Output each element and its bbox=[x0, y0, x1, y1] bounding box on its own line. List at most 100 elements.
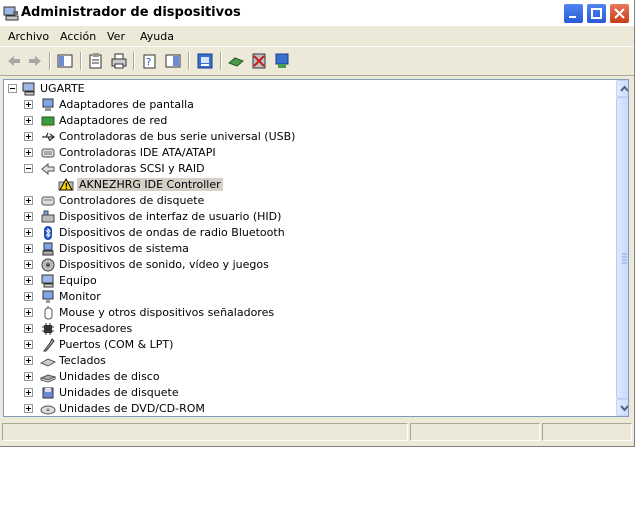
uninstall-device-icon[interactable] bbox=[273, 52, 291, 70]
tree-item[interactable]: Controladoras IDE ATA/ATAPI bbox=[4, 145, 604, 161]
close-button[interactable] bbox=[609, 3, 630, 24]
tree-item[interactable]: Dispositivos de ondas de radio Bluetooth bbox=[4, 225, 604, 241]
hid-icon bbox=[40, 209, 56, 225]
expand-plus-icon[interactable] bbox=[24, 356, 33, 365]
maximize-button[interactable] bbox=[586, 3, 607, 24]
tree-item[interactable]: Mouse y otros dispositivos señaladores bbox=[4, 305, 604, 321]
collapse-minus-icon[interactable] bbox=[24, 164, 33, 173]
svg-text:?: ? bbox=[146, 57, 151, 68]
device-manager-app-icon bbox=[3, 6, 19, 21]
port-icon bbox=[40, 337, 56, 353]
tree-item-label: Teclados bbox=[59, 354, 106, 367]
tree-item[interactable]: Adaptadores de pantalla bbox=[4, 97, 604, 113]
expand-plus-icon[interactable] bbox=[24, 116, 33, 125]
tree-item[interactable]: Unidades de disco bbox=[4, 369, 604, 385]
device-tree[interactable]: UGARTE Adaptadores de pantalla Adaptadores… bbox=[3, 79, 629, 417]
vertical-scrollbar[interactable] bbox=[616, 80, 628, 416]
sound-icon bbox=[40, 257, 56, 273]
network-adapter-icon bbox=[40, 113, 56, 129]
keyboard-icon bbox=[39, 353, 57, 369]
expand-plus-icon[interactable] bbox=[24, 196, 33, 205]
menu-accion[interactable]: Acción bbox=[60, 30, 96, 43]
help-book-icon[interactable] bbox=[164, 52, 182, 70]
tree-child-item[interactable]: ! AKNEZHRG IDE Controller bbox=[4, 177, 604, 193]
disable-device-icon[interactable] bbox=[250, 52, 268, 70]
scroll-down-button[interactable] bbox=[616, 399, 628, 416]
scan-hardware-icon[interactable] bbox=[196, 52, 214, 70]
monitor-icon bbox=[40, 289, 56, 305]
processor-icon bbox=[40, 321, 56, 337]
tree-item[interactable]: Dispositivos de sonido, vídeo y juegos bbox=[4, 257, 604, 273]
computer-icon bbox=[40, 273, 56, 289]
tree-item[interactable]: Equipo bbox=[4, 273, 604, 289]
tree-root-computer[interactable]: UGARTE bbox=[4, 81, 604, 97]
expand-plus-icon[interactable] bbox=[24, 308, 33, 317]
chevron-down-icon bbox=[620, 405, 628, 412]
expand-plus-icon[interactable] bbox=[24, 324, 33, 333]
tree-item[interactable]: Monitor bbox=[4, 289, 604, 305]
tree-item[interactable]: Procesadores bbox=[4, 321, 604, 337]
update-driver-icon[interactable] bbox=[227, 52, 245, 70]
tree-item-label: Adaptadores de pantalla bbox=[59, 98, 194, 111]
window-title: Administrador de dispositivos bbox=[21, 5, 241, 20]
tree-item[interactable]: Dispositivos de sistema bbox=[4, 241, 604, 257]
maximize-icon bbox=[591, 8, 602, 19]
scroll-thumb[interactable] bbox=[616, 97, 628, 399]
expand-plus-icon[interactable] bbox=[24, 212, 33, 221]
usb-icon bbox=[40, 129, 56, 145]
tree-item-label: Dispositivos de interfaz de usuario (HID… bbox=[59, 210, 282, 223]
expand-plus-icon[interactable] bbox=[24, 372, 33, 381]
back-arrow-icon[interactable] bbox=[5, 52, 23, 70]
expand-plus-icon[interactable] bbox=[24, 100, 33, 109]
tree-item-label: Puertos (COM & LPT) bbox=[59, 338, 174, 351]
tree-item[interactable]: Controladores de disquete bbox=[4, 193, 604, 209]
show-hide-tree-icon[interactable] bbox=[56, 52, 74, 70]
expand-plus-icon[interactable] bbox=[24, 404, 33, 413]
expand-plus-icon[interactable] bbox=[24, 340, 33, 349]
toolbar: ? bbox=[0, 46, 634, 76]
tree-item[interactable]: Dispositivos de interfaz de usuario (HID… bbox=[4, 209, 604, 225]
device-manager-window: Administrador de dispositivos Archivo Ac… bbox=[0, 0, 635, 447]
tree-item-label: Unidades de disco bbox=[59, 370, 160, 383]
tree-item[interactable]: Unidades de disquete bbox=[4, 385, 604, 401]
scroll-up-button[interactable] bbox=[616, 80, 628, 97]
floppy-controller-icon bbox=[40, 193, 56, 209]
tree-item-label: Unidades de DVD/CD-ROM bbox=[59, 402, 205, 415]
mouse-icon bbox=[40, 305, 56, 321]
forward-arrow-icon[interactable] bbox=[26, 52, 44, 70]
expand-plus-icon[interactable] bbox=[24, 260, 33, 269]
tree-item[interactable]: Unidades de DVD/CD-ROM bbox=[4, 401, 604, 416]
expand-plus-icon[interactable] bbox=[24, 292, 33, 301]
toolbar-separator bbox=[133, 52, 135, 70]
expand-plus-icon[interactable] bbox=[24, 388, 33, 397]
status-cell-tertiary bbox=[542, 423, 632, 441]
close-icon bbox=[614, 8, 625, 19]
menu-ver[interactable]: Ver bbox=[107, 30, 125, 43]
expand-plus-icon[interactable] bbox=[24, 132, 33, 141]
tree-item-label: Equipo bbox=[59, 274, 97, 287]
tree-item-label: Controladoras de bus serie universal (US… bbox=[59, 130, 296, 143]
tree-item[interactable]: Puertos (COM & LPT) bbox=[4, 337, 604, 353]
tree-item-label: AKNEZHRG IDE Controller bbox=[77, 178, 223, 191]
print-icon[interactable] bbox=[110, 52, 128, 70]
tree-item[interactable]: Controladoras SCSI y RAID bbox=[4, 161, 604, 177]
tree-item[interactable]: Controladoras de bus serie universal (US… bbox=[4, 129, 604, 145]
tree-item[interactable]: Adaptadores de red bbox=[4, 113, 604, 129]
expand-plus-icon[interactable] bbox=[24, 244, 33, 253]
expand-plus-icon[interactable] bbox=[24, 228, 33, 237]
menu-ayuda[interactable]: Ayuda bbox=[140, 30, 174, 43]
minimize-button[interactable] bbox=[563, 3, 584, 24]
help-properties-icon[interactable]: ? bbox=[141, 52, 159, 70]
collapse-minus-icon[interactable] bbox=[8, 84, 17, 93]
expand-plus-icon[interactable] bbox=[24, 276, 33, 285]
toolbar-separator bbox=[220, 52, 222, 70]
system-device-icon bbox=[40, 241, 56, 257]
properties-icon[interactable] bbox=[87, 52, 105, 70]
menu-archivo[interactable]: Archivo bbox=[8, 30, 49, 43]
tree-item[interactable]: Teclados bbox=[4, 353, 604, 369]
title-bar[interactable]: Administrador de dispositivos bbox=[0, 0, 634, 26]
dvd-drive-icon bbox=[40, 401, 56, 416]
chevron-up-icon bbox=[620, 85, 628, 92]
tree-item-label: Procesadores bbox=[59, 322, 133, 335]
expand-plus-icon[interactable] bbox=[24, 148, 33, 157]
